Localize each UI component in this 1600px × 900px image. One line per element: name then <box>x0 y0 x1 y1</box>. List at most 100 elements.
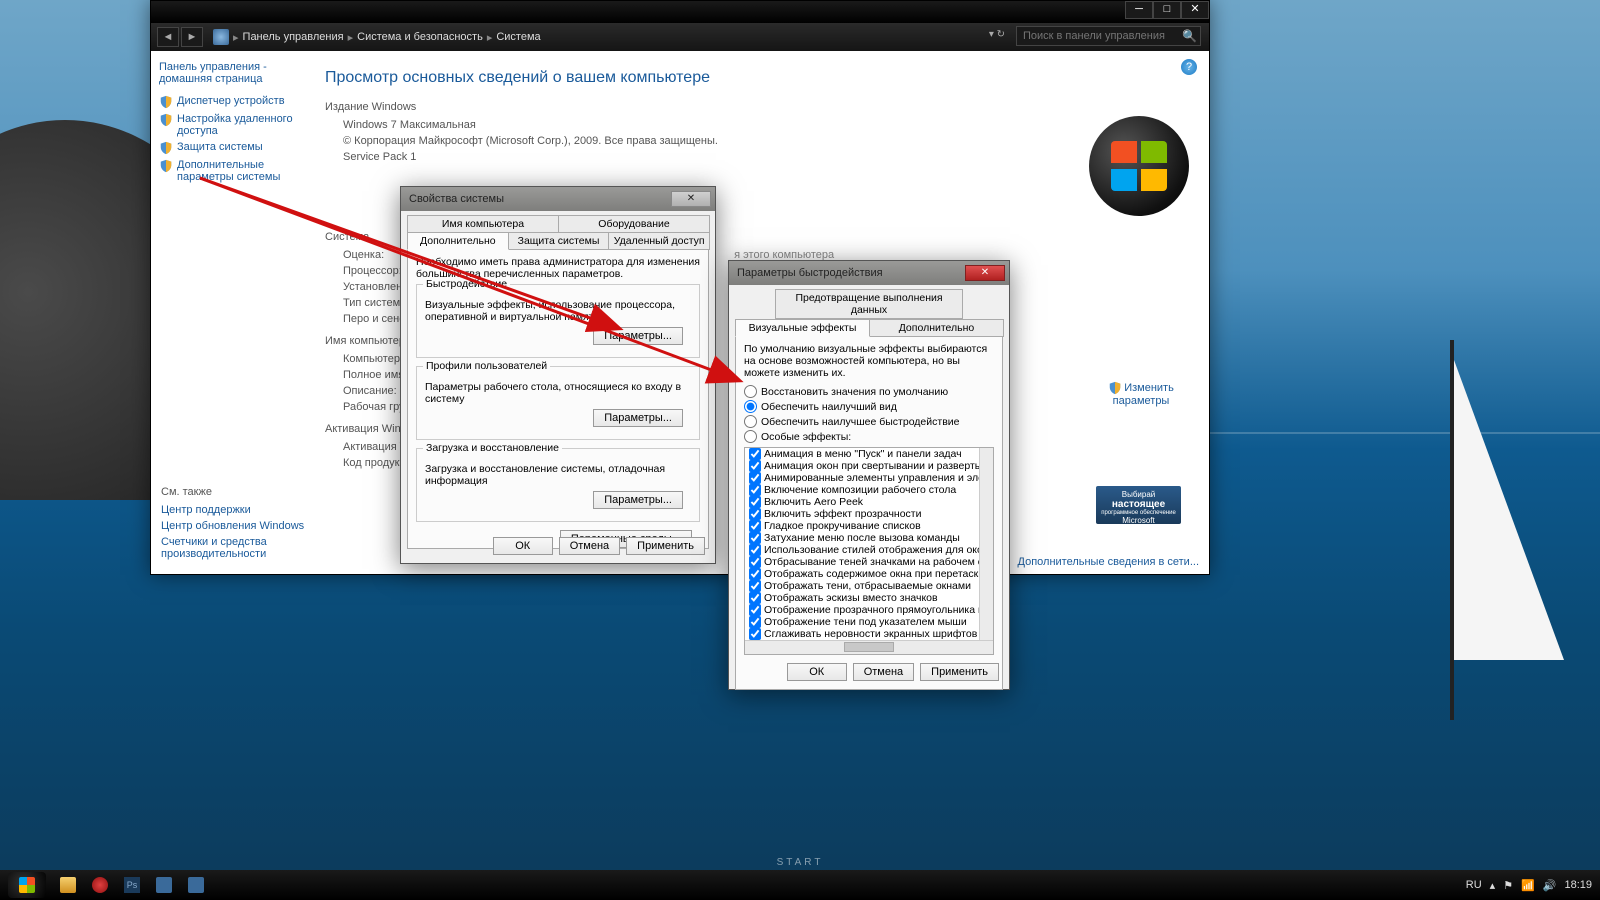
titlebar[interactable]: ─ □ ✕ <box>151 1 1209 23</box>
flag-icon[interactable]: ⚑ <box>1503 879 1513 892</box>
checklist-item[interactable]: Включение композиции рабочего стола <box>745 484 993 496</box>
clock[interactable]: 18:19 <box>1564 879 1592 891</box>
explorer-icon[interactable] <box>54 874 82 896</box>
tab-advanced[interactable]: Дополнительно <box>407 232 509 250</box>
help-icon[interactable]: ? <box>1181 59 1197 75</box>
radio-option[interactable]: Восстановить значения по умолчанию <box>744 385 994 398</box>
volume-icon[interactable]: 🔊 <box>1543 879 1557 892</box>
effects-checklist[interactable]: Анимация в меню "Пуск" и панели задачАни… <box>744 447 994 655</box>
checklist-item[interactable]: Сглаживать неровности экранных шрифтов <box>745 628 993 640</box>
scrollbar-thumb[interactable] <box>844 642 894 652</box>
checkbox-input[interactable] <box>749 568 761 580</box>
intro-text: По умолчанию визуальные эффекты выбирают… <box>744 343 994 379</box>
performance-settings-button[interactable]: Параметры... <box>593 327 683 345</box>
checkbox-input[interactable] <box>749 496 761 508</box>
checklist-item[interactable]: Отображать содержимое окна при перетаски… <box>745 568 993 580</box>
checklist-item[interactable]: Анимация окон при свертывании и разверты… <box>745 460 993 472</box>
checklist-item[interactable]: Анимированные элементы управления и элем… <box>745 472 993 484</box>
checklist-item[interactable]: Отображать тени, отбрасываемые окнами <box>745 580 993 592</box>
apply-button[interactable]: Применить <box>626 537 705 555</box>
checklist-item[interactable]: Отображение тени под указателем мыши <box>745 616 993 628</box>
radio-option[interactable]: Особые эффекты: <box>744 430 994 443</box>
apply-button[interactable]: Применить <box>920 663 999 681</box>
search-input[interactable] <box>1016 26 1201 46</box>
checklist-item[interactable]: Анимация в меню "Пуск" и панели задач <box>745 448 993 460</box>
link-windows-update[interactable]: Центр обновления Windows <box>161 520 311 532</box>
radio-input[interactable] <box>744 385 757 398</box>
photoshop-icon[interactable]: Ps <box>118 874 146 896</box>
startup-settings-button[interactable]: Параметры... <box>593 491 683 509</box>
checklist-item[interactable]: Включить эффект прозрачности <box>745 508 993 520</box>
sidebar-system-protection[interactable]: Защита системы <box>159 141 303 155</box>
checkbox-input[interactable] <box>749 448 761 460</box>
close-button[interactable]: ✕ <box>965 265 1005 281</box>
dialog-titlebar[interactable]: Параметры быстродействия ✕ <box>729 261 1009 285</box>
checkbox-input[interactable] <box>749 592 761 604</box>
checkbox-input[interactable] <box>749 520 761 532</box>
checklist-item[interactable]: Включить Aero Peek <box>745 496 993 508</box>
checklist-item[interactable]: Гладкое прокручивание списков <box>745 520 993 532</box>
tab-dep[interactable]: Предотвращение выполнения данных <box>775 289 963 319</box>
change-settings-link[interactable]: Изменить параметры <box>1101 381 1181 407</box>
tab-advanced[interactable]: Дополнительно <box>869 319 1004 337</box>
close-button[interactable]: ✕ <box>1181 1 1209 19</box>
start-button[interactable] <box>8 872 46 898</box>
checkbox-input[interactable] <box>749 472 761 484</box>
checkbox-input[interactable] <box>749 508 761 520</box>
maximize-button[interactable]: □ <box>1153 1 1181 19</box>
tray-chevron-icon[interactable]: ▴ <box>1490 879 1496 892</box>
checkbox-input[interactable] <box>749 580 761 592</box>
checkbox-input[interactable] <box>749 532 761 544</box>
horizontal-scrollbar[interactable] <box>745 640 993 654</box>
cancel-button[interactable]: Отмена <box>853 663 914 681</box>
checkbox-input[interactable] <box>749 616 761 628</box>
radio-input[interactable] <box>744 400 757 413</box>
vertical-scrollbar[interactable] <box>979 448 993 640</box>
task-icon[interactable] <box>150 874 178 896</box>
link-performance-tools[interactable]: Счетчики и средства производительности <box>161 536 311 560</box>
tab-visual-effects[interactable]: Визуальные эффекты <box>735 319 870 337</box>
checkbox-input[interactable] <box>749 604 761 616</box>
system-tray: RU ▴ ⚑ 📶 🔊 18:19 <box>1466 870 1592 900</box>
opera-icon[interactable] <box>86 874 114 896</box>
cancel-button[interactable]: Отмена <box>559 537 620 555</box>
checklist-item[interactable]: Использование стилей отображения для око… <box>745 544 993 556</box>
sidebar-remote-access[interactable]: Настройка удаленного доступа <box>159 113 303 137</box>
shield-icon <box>159 95 173 109</box>
checkbox-input[interactable] <box>749 544 761 556</box>
checklist-item[interactable]: Отображение прозрачного прямоугольника в… <box>745 604 993 616</box>
network-icon[interactable]: 📶 <box>1521 879 1535 892</box>
sidebar-home-link[interactable]: Панель управления - домашняя страница <box>159 61 303 85</box>
checklist-item[interactable]: Отображать эскизы вместо значков <box>745 592 993 604</box>
checkbox-input[interactable] <box>749 484 761 496</box>
checkbox-input[interactable] <box>749 628 761 640</box>
checklist-item[interactable]: Отбрасывание теней значками на рабочем с… <box>745 556 993 568</box>
sidebar-device-manager[interactable]: Диспетчер устройств <box>159 95 303 109</box>
ok-button[interactable]: ОК <box>493 537 553 555</box>
checklist-item[interactable]: Затухание меню после вызова команды <box>745 532 993 544</box>
tab-computer-name[interactable]: Имя компьютера <box>407 215 559 233</box>
radio-option[interactable]: Обеспечить наилучший вид <box>744 400 994 413</box>
tab-hardware[interactable]: Оборудование <box>558 215 710 233</box>
radio-input[interactable] <box>744 430 757 443</box>
link-support-center[interactable]: Центр поддержки <box>161 504 311 516</box>
forward-button[interactable]: ► <box>181 27 203 47</box>
tab-remote[interactable]: Удаленный доступ <box>608 232 710 250</box>
radio-input[interactable] <box>744 415 757 428</box>
more-info-link[interactable]: Дополнительные сведения в сети... <box>1018 556 1200 568</box>
radio-option[interactable]: Обеспечить наилучшее быстродействие <box>744 415 994 428</box>
refresh-button[interactable]: ▾ ↻ <box>989 29 1005 40</box>
breadcrumb[interactable]: ▸ Панель управления ▸ Система и безопасн… <box>213 29 541 45</box>
checkbox-input[interactable] <box>749 556 761 568</box>
task-icon-2[interactable] <box>182 874 210 896</box>
tab-system-protection[interactable]: Защита системы <box>508 232 610 250</box>
language-indicator[interactable]: RU <box>1466 879 1482 891</box>
sidebar-advanced-settings[interactable]: Дополнительные параметры системы <box>159 159 303 183</box>
ok-button[interactable]: ОК <box>787 663 847 681</box>
profiles-settings-button[interactable]: Параметры... <box>593 409 683 427</box>
close-button[interactable]: ✕ <box>671 191 711 207</box>
checkbox-input[interactable] <box>749 460 761 472</box>
minimize-button[interactable]: ─ <box>1125 1 1153 19</box>
dialog-titlebar[interactable]: Свойства системы ✕ <box>401 187 715 211</box>
back-button[interactable]: ◄ <box>157 27 179 47</box>
